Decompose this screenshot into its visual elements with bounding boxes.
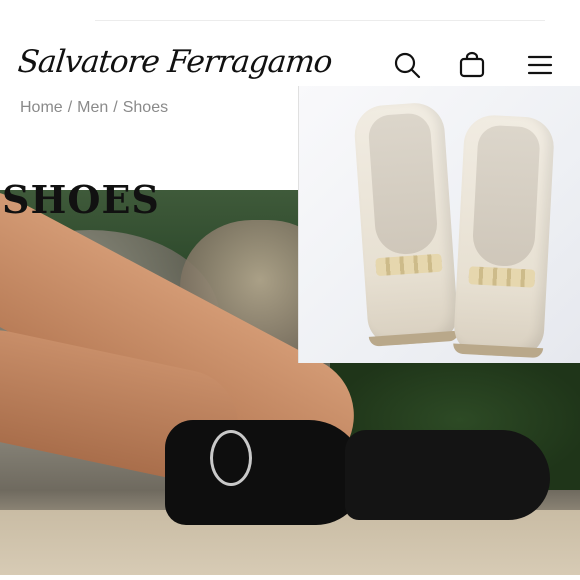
breadcrumb-item-men[interactable]: Men xyxy=(77,99,108,116)
breadcrumb-separator: / xyxy=(67,99,73,116)
hero-loafer-left xyxy=(165,420,365,525)
menu-icon[interactable] xyxy=(525,50,555,80)
breadcrumb-separator: / xyxy=(113,99,118,116)
page-title: SHOES xyxy=(2,177,160,223)
brand-logo[interactable]: Salvatore Ferragamo xyxy=(16,44,333,80)
hero-loafer-right xyxy=(345,430,550,520)
breadcrumb: Home / Men / Shoes xyxy=(20,99,168,117)
gancini-buckle-icon xyxy=(210,430,252,486)
search-icon[interactable] xyxy=(392,50,422,80)
breadcrumb-item-shoes[interactable]: Shoes xyxy=(123,99,168,116)
pump-right xyxy=(452,113,556,359)
breadcrumb-item-home[interactable]: Home xyxy=(20,99,63,116)
product-image-white-pumps[interactable] xyxy=(298,86,580,363)
shopping-bag-icon[interactable] xyxy=(457,50,487,80)
pump-left xyxy=(352,101,460,347)
top-divider xyxy=(95,20,545,21)
